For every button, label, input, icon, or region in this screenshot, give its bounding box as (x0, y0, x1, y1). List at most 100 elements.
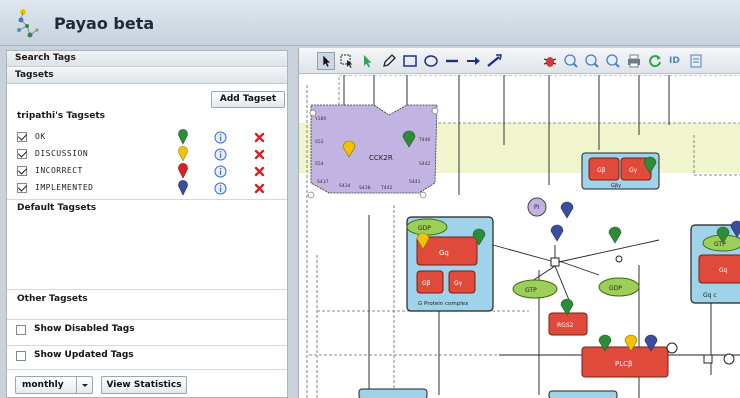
partial-complex-node[interactable] (358, 388, 428, 398)
blue-pin-icon (178, 180, 188, 196)
tag-row-implemented: IMPLEMENTED (7, 180, 287, 197)
connector-icon[interactable] (485, 52, 503, 70)
receptor-site-label: S437 (317, 179, 329, 185)
gq-label: Gq (719, 267, 728, 274)
delete-icon[interactable] (254, 132, 265, 143)
gb-label: Gβ (597, 167, 606, 174)
info-icon[interactable] (214, 131, 227, 144)
receptor-site-label: S438 (359, 185, 371, 191)
receptor-label: CCK2R (369, 154, 393, 162)
print-icon[interactable] (625, 52, 643, 70)
arrow-icon[interactable] (464, 52, 482, 70)
divider (7, 345, 287, 346)
pi-label: Pi (534, 204, 539, 211)
tag-ok-checkbox[interactable] (17, 132, 27, 142)
tag-incorrect-label: INCORRECT (35, 166, 83, 175)
gtp-label: GTP (525, 287, 537, 294)
show-disabled-checkbox[interactable] (16, 325, 26, 335)
site-node[interactable] (666, 342, 678, 354)
green-arrow-icon[interactable] (359, 52, 377, 70)
app-header: Payao beta (0, 0, 740, 46)
partial-complex-node[interactable] (548, 390, 618, 398)
rectangle-icon[interactable] (401, 52, 419, 70)
site-node[interactable] (723, 353, 735, 365)
show-disabled-row: Show Disabled Tags (7, 319, 287, 341)
site-node[interactable] (431, 107, 439, 115)
rgs2-label: RGS2 (557, 322, 574, 329)
tag-row-ok: OK (7, 129, 287, 146)
pointer-icon[interactable] (317, 52, 335, 70)
receptor-site-label: T446 (418, 137, 430, 143)
bug-icon[interactable] (541, 52, 559, 70)
divider (7, 199, 287, 200)
other-tagsets-title: Other Tagsets (17, 294, 88, 304)
yellow-pin-icon (178, 146, 188, 162)
tag-row-discussion: DISCUSSION (7, 146, 287, 163)
gq-label: Gq (439, 249, 449, 257)
pathway-canvas[interactable]: ID CCK2R Y380 S52 S54 S437 S434 S438 T44… (298, 48, 740, 398)
gq-complex-label: Gq c (703, 292, 717, 299)
gy-label: Gγ (629, 167, 638, 174)
period-select[interactable]: monthly (15, 376, 93, 394)
tag-incorrect-checkbox[interactable] (17, 166, 27, 176)
line-icon[interactable] (443, 52, 461, 70)
receptor-site-label: Y380 (314, 116, 326, 122)
my-tagsets-title: tripathi's Tagsets (17, 111, 105, 121)
show-updated-checkbox[interactable] (16, 351, 26, 361)
id-toggle-button[interactable]: ID (669, 56, 680, 66)
receptor-site-label: S434 (339, 183, 351, 189)
blue-pin-icon[interactable] (560, 201, 574, 219)
tag-implemented-label: IMPLEMENTED (35, 183, 94, 192)
receptor-site-label: S54 (315, 161, 324, 167)
green-pin-icon[interactable] (608, 226, 622, 244)
delete-icon[interactable] (254, 149, 265, 160)
search-tags-header[interactable]: Search Tags (7, 51, 287, 67)
divider (7, 319, 287, 320)
payao-logo-icon (17, 9, 39, 38)
pathway-diagram[interactable]: CCK2R Y380 S52 S54 S437 S434 S438 T442 S… (299, 75, 740, 398)
export-icon[interactable] (687, 52, 705, 70)
gy-label: Gγ (454, 280, 463, 287)
zoom-out-icon[interactable] (583, 52, 601, 70)
delete-icon[interactable] (254, 166, 265, 177)
tagsets-header[interactable]: Tagsets (7, 68, 287, 84)
blue-pin-icon[interactable] (550, 224, 564, 242)
dropdown-arrow-icon[interactable] (76, 377, 92, 393)
receptor-site-label: T442 (380, 185, 392, 191)
refresh-icon[interactable] (646, 52, 664, 70)
site-node[interactable] (309, 109, 317, 117)
tag-implemented-checkbox[interactable] (17, 183, 27, 193)
process-node[interactable] (703, 354, 713, 364)
zoom-fit-icon[interactable] (604, 52, 622, 70)
site-node[interactable] (419, 191, 427, 199)
add-tagset-button[interactable]: Add Tagset (211, 91, 285, 108)
tag-discussion-label: DISCUSSION (35, 149, 89, 158)
gdp-label: GDP (418, 225, 431, 232)
gdp-label: GDP (609, 285, 622, 292)
ellipse-icon[interactable] (422, 52, 440, 70)
show-updated-label: Show Updated Tags (34, 350, 134, 360)
pencil-icon[interactable] (380, 52, 398, 70)
process-node[interactable] (615, 255, 623, 263)
zoom-in-icon[interactable] (562, 52, 580, 70)
green-pin-icon (178, 129, 188, 145)
process-node[interactable] (550, 257, 560, 267)
info-icon[interactable] (214, 165, 227, 178)
gby-label: Gβγ (611, 183, 621, 189)
receptor-site-label: S442 (419, 161, 431, 167)
select-region-icon[interactable] (338, 52, 356, 70)
plcb-label: PLCβ (615, 360, 632, 368)
delete-icon[interactable] (254, 183, 265, 194)
receptor-site-label: S52 (315, 139, 324, 145)
divider (7, 289, 287, 290)
default-tagsets-title: Default Tagsets (17, 203, 97, 213)
info-icon[interactable] (214, 148, 227, 161)
app-title: Payao beta (54, 14, 155, 33)
show-updated-row: Show Updated Tags (7, 345, 287, 367)
site-node[interactable] (307, 191, 315, 199)
view-statistics-button[interactable]: View Statistics (101, 376, 187, 394)
divider (7, 369, 287, 370)
tag-discussion-checkbox[interactable] (17, 149, 27, 159)
tag-row-incorrect: INCORRECT (7, 163, 287, 180)
info-icon[interactable] (214, 182, 227, 195)
